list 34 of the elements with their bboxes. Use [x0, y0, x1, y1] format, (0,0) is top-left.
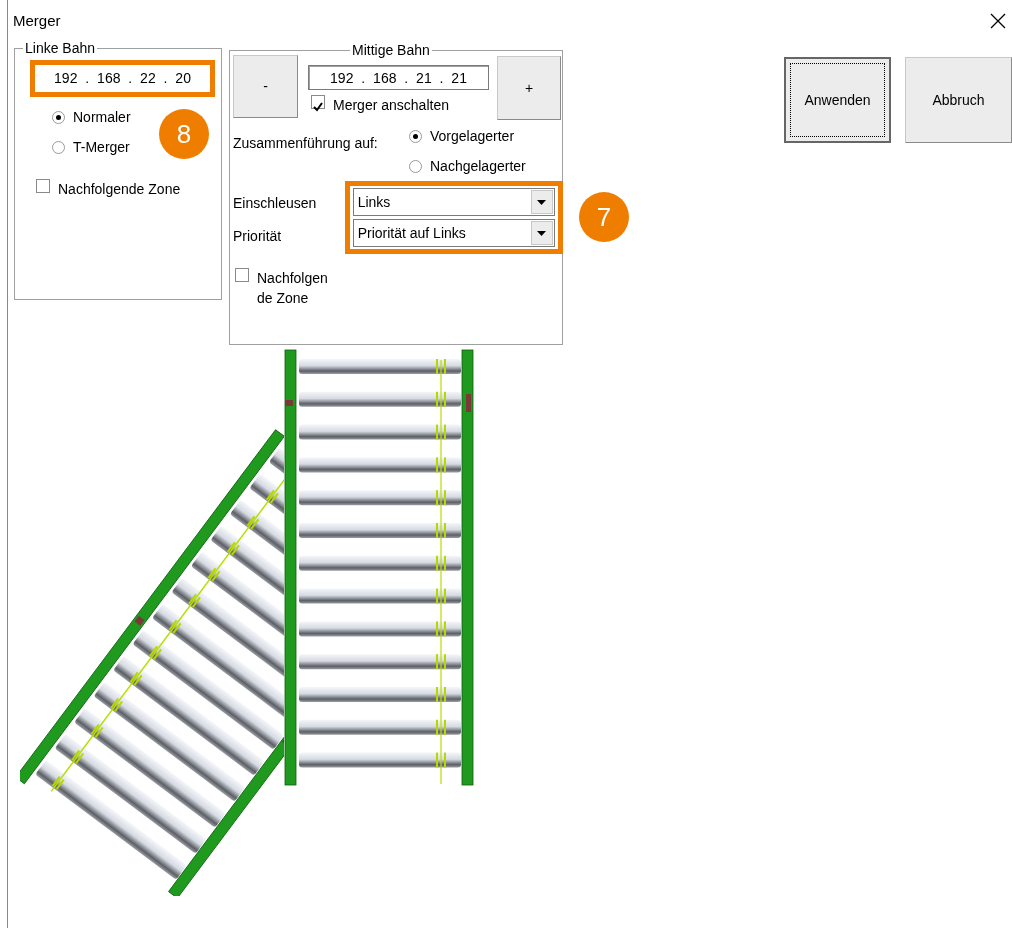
checkbox[interactable] [36, 179, 50, 193]
radio-button[interactable] [409, 160, 422, 173]
checkbox-label: Nachfolgende Zone [58, 180, 181, 199]
window-title: Merger [13, 10, 61, 31]
group-title: Linke Bahn [23, 40, 98, 56]
checkbox-label: Nachfolgen de Zone [257, 269, 329, 308]
caret-icon [537, 199, 547, 205]
checkbox[interactable] [311, 95, 325, 109]
dropdown[interactable]: Priorität auf Links [352, 219, 555, 247]
ip-field[interactable]: 192 . 168 . 21 . 21 [308, 65, 489, 90]
radio-button[interactable] [52, 111, 65, 124]
field-label: Einschleusen [233, 193, 318, 213]
caret-icon [537, 230, 547, 236]
plus-button[interactable]: + [497, 56, 561, 120]
radio-button[interactable] [409, 130, 422, 143]
radio-label: Vorgelagerter [430, 127, 515, 146]
field-label: Priorität [233, 226, 283, 246]
close-icon[interactable] [990, 13, 1006, 29]
cancel-button[interactable]: Abbruch [905, 57, 1012, 143]
dropdown-button[interactable] [530, 190, 553, 214]
checkbox[interactable] [235, 268, 249, 282]
field-label: Zusammenführung auf: [233, 134, 379, 153]
apply-button[interactable]: Anwenden [784, 57, 891, 143]
checkbox-label: Merger anschalten [333, 96, 449, 115]
radio-label: Nachgelagerter [430, 157, 526, 176]
callout-badge: 7 [579, 192, 629, 242]
group-title: Mittige Bahn [350, 42, 432, 58]
radio-label: T-Merger [73, 138, 130, 157]
radio-label: Normaler [73, 108, 131, 127]
callout-badge: 8 [159, 109, 209, 159]
dropdown-button[interactable] [530, 221, 553, 245]
minus-button[interactable]: - [233, 55, 298, 118]
dropdown[interactable]: Links [352, 188, 555, 216]
radio-button[interactable] [52, 141, 65, 154]
